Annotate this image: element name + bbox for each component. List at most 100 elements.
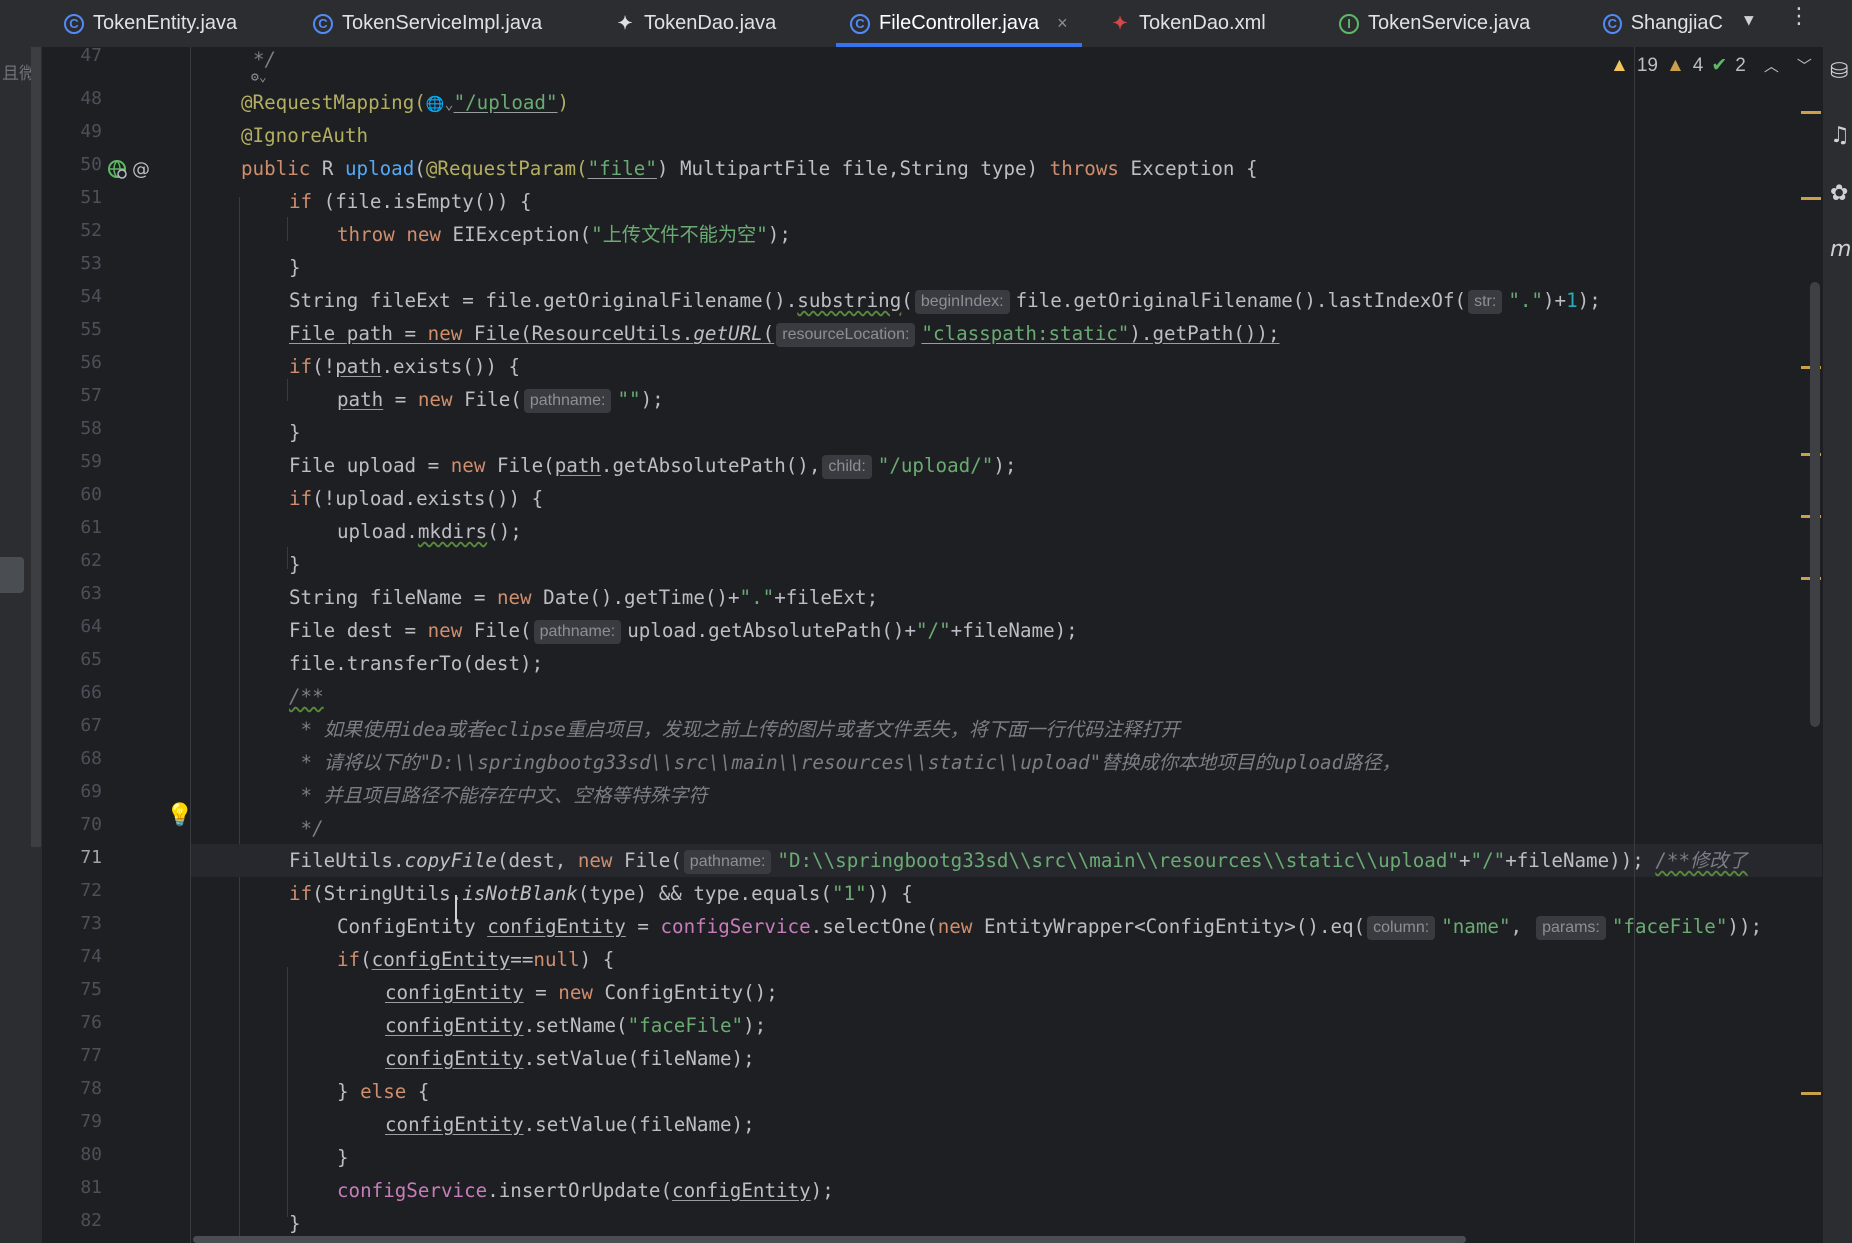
param-hint: pathname: [523,389,612,413]
panel-handle[interactable] [0,557,24,593]
line-number: 66 [80,682,102,703]
param-hint: beginIndex: [914,290,1010,314]
horizontal-scrollbar[interactable] [193,1236,1466,1243]
line-number: 49 [80,121,102,142]
code-token: configService [337,1179,488,1202]
chevron-down-icon[interactable]: ﹀ [1797,55,1812,76]
database-icon[interactable]: ⛁ [1830,59,1848,84]
code-token: new [577,849,613,872]
web-endpoint-icon[interactable]: @ [108,158,152,180]
line-number: 80 [80,1144,102,1165]
code-line: configEntity.setName("faceFile"); [385,1009,766,1042]
more-vertical-icon[interactable]: ⋮ [1788,4,1810,29]
line-number: 65 [80,649,102,670]
globe-icon[interactable]: 🌐⌄ [426,95,454,113]
mybatis-icon: ✦ [617,13,633,33]
tab-filecontroller[interactable]: C FileController.java × [836,0,1082,47]
code-token: File( [452,388,522,411]
code-line: File upload = new File(path.getAbsoluteP… [289,449,1016,482]
code-token: "/" [916,619,951,642]
code-token: mkdirs [417,520,488,543]
code-token: path [346,322,393,345]
tab-label: TokenDao.java [644,12,777,34]
line-number: 74 [80,946,102,967]
code-token: )+ [1542,289,1567,312]
tab-tokenservice[interactable]: I TokenService.java [1339,0,1530,47]
code-line: } [337,1141,349,1174]
code-token: (!upload.exists()) { [312,487,544,510]
panel-scrollbar[interactable] [31,47,41,847]
code-token: */ [289,817,324,840]
code-line: String fileName = new Date().getTime()+"… [289,581,878,614]
tab-shangjia[interactable]: C ShangjiaC [1603,0,1723,47]
class-icon: C [313,13,333,34]
ai-assistant-icon[interactable]: ✿ [1830,181,1848,206]
param-hint: pathname: [533,620,622,644]
code-token: .insertOrUpdate( [487,1179,673,1202]
line-number: 78 [80,1078,102,1099]
line-number: 72 [80,880,102,901]
indent-guide [239,197,240,1243]
code-line: configEntity = new ConfigEntity(); [385,976,778,1009]
line-number: 50 [80,154,102,175]
chevron-up-icon[interactable]: ︿ [1764,55,1779,76]
code-token: File dest = [289,619,428,642]
tab-tokendao[interactable]: ✦ TokenDao.java [615,0,776,47]
code-token: /**修改了 [1655,849,1748,872]
line-number: 59 [80,451,102,472]
code-token: File upload = [289,454,451,477]
code-token: * 请将以下的"D:\\springbootg33sd\\src\\main\\… [289,751,1401,774]
inspection-widget[interactable]: ▲ 19 ▲ 4 ✔ 2 ︿ ﹀ [1610,54,1812,77]
code-token: , [1510,915,1523,938]
code-token: ) { [579,948,615,971]
code-token: File(ResourceUtils. [462,322,694,345]
error-stripe-marker[interactable] [1801,197,1821,200]
code-token: File( [462,619,532,642]
line-number: 53 [80,253,102,274]
tab-tokendao-xml[interactable]: ✦ TokenDao.xml [1110,0,1265,47]
code-token: path [337,388,384,411]
tab-tokenserviceimpl[interactable]: C TokenServiceImpl.java [313,0,542,47]
code-token: public [241,157,311,180]
code-token: @RequestMapping( [241,91,426,114]
maven-icon[interactable]: m [1830,237,1851,262]
code-token: EntityWrapper<ConfigEntity>().eq( [972,915,1366,938]
code-line: configEntity.setValue(fileName); [385,1108,755,1141]
code-token: ); [743,1014,767,1037]
code-token: "1" [831,882,867,905]
close-tab-icon[interactable]: × [1057,13,1068,34]
line-number: 61 [80,517,102,538]
code-token: new [417,388,453,411]
error-stripe-marker[interactable] [1801,1092,1821,1095]
code-editor[interactable]: */ ⚙⌄ @RequestMapping(🌐⌄"/upload") @Igno… [191,47,1823,1243]
weak-warning-count: 4 [1692,54,1704,76]
lightbulb-icon[interactable]: 💡 [166,803,193,828]
line-number: 79 [80,1111,102,1132]
code-line: if(!upload.exists()) { [289,482,543,515]
code-line: */ [289,812,324,845]
code-token: } [337,1146,349,1169]
code-token: "faceFile" [1611,915,1728,938]
code-token: + [1458,849,1471,872]
text-caret [455,895,457,923]
code-token: "name" [1441,915,1511,938]
tab-tokenentity[interactable]: C TokenEntity.java [64,0,237,47]
code-token: EIException( [440,223,592,246]
vertical-scrollbar[interactable] [1810,282,1820,727]
code-token: ) MultipartFile file,String type) [656,157,1050,180]
code-token: file.transferTo(dest); [289,652,544,675]
chevron-down-icon[interactable]: ▼ [1744,10,1754,29]
error-stripe-marker[interactable] [1801,111,1821,114]
indent-guide [287,547,288,569]
code-token: } [289,553,301,576]
code-token: else [360,1080,407,1103]
line-number-gutter: 47 48 49 50 51 52 53 54 55 56 57 58 59 6… [42,45,191,1243]
check-count: 2 [1735,54,1746,76]
code-token: String fileName = [289,586,497,609]
code-token: configEntity [385,981,524,1004]
param-hint: pathname: [683,850,772,874]
code-token: File( [485,454,555,477]
code-token: )) { [866,882,913,905]
code-token: if [289,355,313,378]
notifications-icon[interactable]: ♫ [1830,123,1850,148]
